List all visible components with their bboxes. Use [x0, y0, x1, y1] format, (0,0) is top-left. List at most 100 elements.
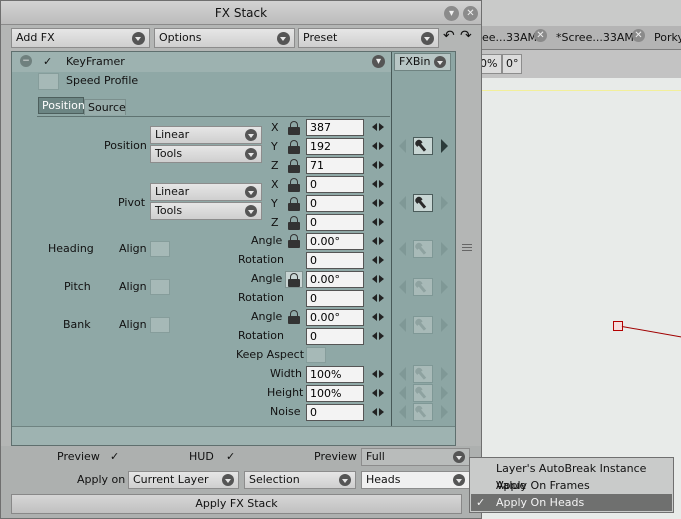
keyframe-nav-arrows-icon[interactable]	[372, 199, 384, 208]
bank-angle-field[interactable]: 0.00°	[306, 309, 364, 326]
collapse-icon[interactable]: −	[20, 55, 32, 67]
keyframe-nav-arrows-icon[interactable]	[372, 370, 384, 379]
width-field[interactable]: 100%	[306, 366, 364, 383]
bank-align-checkbox[interactable]	[150, 317, 170, 333]
next-key-icon[interactable]	[441, 196, 448, 210]
effect-menu-icon[interactable]: ▾	[372, 55, 385, 68]
keyframe-nav-arrows-icon[interactable]	[372, 275, 384, 284]
set-key-wrench-icon[interactable]	[413, 240, 433, 258]
selection-dropdown[interactable]: Selection	[244, 471, 356, 489]
heading-align-checkbox[interactable]	[150, 241, 170, 257]
lock-icon[interactable]	[288, 216, 300, 231]
tab-position[interactable]: Position	[38, 97, 85, 114]
menu-item-autobreak[interactable]: Layer's AutoBreak Instance Value	[471, 460, 672, 492]
keyframe-nav-arrows-icon[interactable]	[372, 256, 384, 265]
previous-key-icon[interactable]	[399, 318, 406, 332]
background-tab[interactable]: ee...33AM	[482, 31, 537, 44]
menu-item-apply-on-heads[interactable]: Apply On Heads	[471, 494, 672, 511]
preview-mode-dropdown[interactable]: Full	[361, 448, 470, 466]
background-canvas[interactable]	[470, 78, 681, 519]
set-key-wrench-icon[interactable]	[413, 365, 433, 383]
pitch-align-checkbox[interactable]	[150, 279, 170, 295]
noise-field[interactable]: 0	[306, 404, 364, 421]
keyframe-nav-arrows-icon[interactable]	[372, 237, 384, 246]
pitch-rotation-field[interactable]: 0	[306, 290, 364, 307]
lock-icon[interactable]	[288, 140, 300, 155]
preview-check-icon[interactable]: ✓	[110, 450, 119, 464]
background-tab[interactable]: *Scree...33AM	[556, 31, 634, 44]
preset-dropdown[interactable]: Preset	[298, 28, 439, 48]
previous-key-icon[interactable]	[399, 196, 406, 210]
pitch-angle-field[interactable]: 0.00°	[306, 271, 364, 288]
keyframe-nav-arrows-icon[interactable]	[372, 294, 384, 303]
lock-button[interactable]	[285, 271, 303, 288]
previous-key-icon[interactable]	[399, 242, 406, 256]
position-z-field[interactable]: 71	[306, 157, 364, 174]
position-x-field[interactable]: 387	[306, 119, 364, 136]
set-key-wrench-icon[interactable]	[413, 403, 433, 421]
add-fx-dropdown[interactable]: Add FX	[11, 28, 150, 48]
position-tools-dropdown[interactable]: Tools	[150, 145, 262, 163]
close-tab-icon[interactable]: ✕	[632, 29, 645, 42]
heads-dropdown[interactable]: Heads	[361, 471, 470, 489]
lock-icon[interactable]	[288, 310, 300, 325]
heading-angle-field[interactable]: 0.00°	[306, 233, 364, 250]
height-field[interactable]: 100%	[306, 385, 364, 402]
apply-on-dropdown[interactable]: Current Layer	[128, 471, 239, 489]
scrollbar-grip[interactable]	[462, 244, 472, 253]
undo-icon[interactable]: ↶	[443, 29, 455, 43]
position-y-field[interactable]: 192	[306, 138, 364, 155]
previous-key-icon[interactable]	[399, 139, 406, 153]
next-key-icon[interactable]	[441, 139, 448, 153]
keyframe-nav-arrows-icon[interactable]	[372, 161, 384, 170]
speed-profile-swatch[interactable]	[38, 73, 59, 90]
keyframe-nav-arrows-icon[interactable]	[372, 332, 384, 341]
set-key-wrench-icon[interactable]	[413, 384, 433, 402]
bank-rotation-field[interactable]: 0	[306, 328, 364, 345]
enable-check-icon[interactable]: ✓	[43, 55, 52, 69]
lock-icon[interactable]	[288, 121, 300, 136]
previous-key-icon[interactable]	[399, 280, 406, 294]
tab-source[interactable]: Source	[84, 99, 126, 115]
hud-check-icon[interactable]: ✓	[226, 450, 235, 464]
keyframe-nav-arrows-icon[interactable]	[372, 123, 384, 132]
pivot-z-field[interactable]: 0	[306, 214, 364, 231]
keyframe-nav-arrows-icon[interactable]	[372, 142, 384, 151]
keyframe-nav-arrows-icon[interactable]	[372, 408, 384, 417]
set-key-wrench-icon[interactable]	[413, 278, 433, 296]
fxbin-dropdown[interactable]: FXBin	[394, 53, 451, 71]
minimize-icon[interactable]: ▾	[444, 6, 459, 21]
keyframe-nav-arrows-icon[interactable]	[372, 218, 384, 227]
next-key-icon[interactable]	[441, 242, 448, 256]
keyframe-nav-arrows-icon[interactable]	[372, 389, 384, 398]
set-key-wrench-icon[interactable]	[413, 316, 433, 334]
lock-icon[interactable]	[288, 197, 300, 212]
previous-key-icon[interactable]	[399, 405, 406, 419]
redo-icon[interactable]: ↷	[460, 29, 472, 43]
previous-key-icon[interactable]	[399, 386, 406, 400]
next-key-icon[interactable]	[441, 386, 448, 400]
keep-aspect-checkbox[interactable]	[306, 347, 326, 363]
next-key-icon[interactable]	[441, 280, 448, 294]
keyframe-nav-arrows-icon[interactable]	[372, 180, 384, 189]
options-dropdown[interactable]: Options	[154, 28, 295, 48]
pivot-interpolation-dropdown[interactable]: Linear	[150, 183, 262, 201]
background-tab[interactable]: Porky	[654, 31, 681, 44]
set-key-wrench-icon[interactable]	[413, 194, 433, 212]
close-icon[interactable]: ✕	[463, 6, 478, 21]
pivot-x-field[interactable]: 0	[306, 176, 364, 193]
title-bar[interactable]: FX Stack ▾ ✕	[1, 1, 481, 25]
next-key-icon[interactable]	[441, 318, 448, 332]
menu-item-apply-on-frames[interactable]: Apply On Frames	[471, 477, 672, 494]
close-tab-icon[interactable]: ✕	[534, 29, 547, 42]
pivot-y-field[interactable]: 0	[306, 195, 364, 212]
background-rotation-field[interactable]: 0°	[502, 54, 522, 74]
apply-fx-stack-button[interactable]: Apply FX Stack	[11, 494, 462, 514]
next-key-icon[interactable]	[441, 367, 448, 381]
heading-rotation-field[interactable]: 0	[306, 252, 364, 269]
set-key-wrench-icon[interactable]	[413, 137, 433, 155]
keyframe-nav-arrows-icon[interactable]	[372, 313, 384, 322]
pivot-tools-dropdown[interactable]: Tools	[150, 202, 262, 220]
next-key-icon[interactable]	[441, 405, 448, 419]
lock-icon[interactable]	[288, 178, 300, 193]
